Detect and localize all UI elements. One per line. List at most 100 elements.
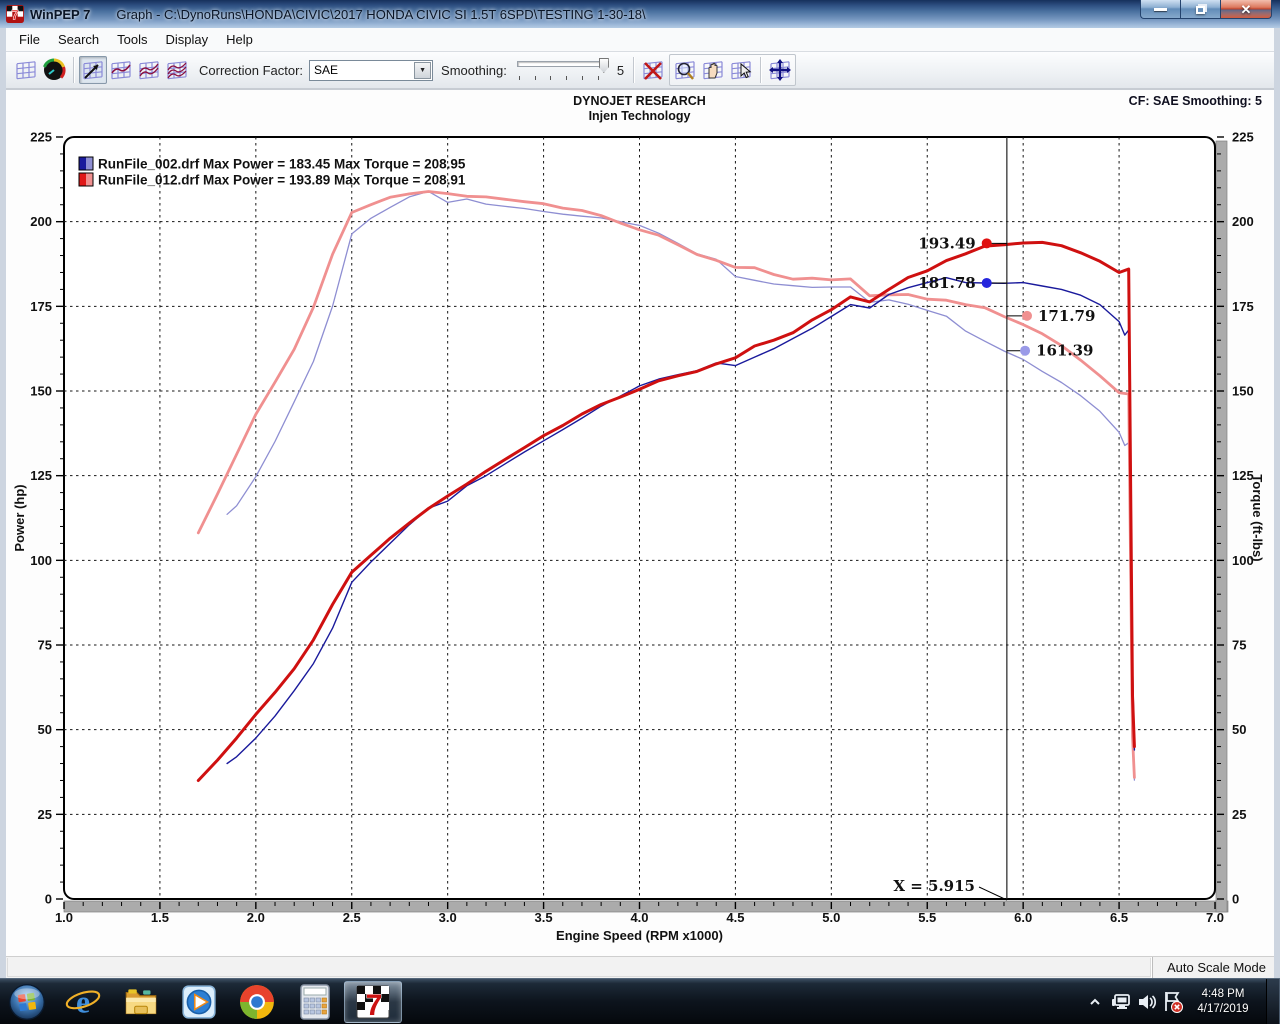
correction-factor-select[interactable]: SAE ▼ — [309, 60, 433, 81]
graph-overlay-icon — [109, 58, 133, 82]
svg-text:75: 75 — [1232, 638, 1246, 653]
smoothing-label: Smoothing: — [441, 63, 507, 78]
zoom-button[interactable] — [671, 56, 699, 84]
svg-text:150: 150 — [30, 384, 52, 399]
pan-hand-button[interactable] — [699, 56, 727, 84]
status-panel-left — [7, 958, 1151, 977]
chevron-up-icon — [1089, 996, 1101, 1008]
svg-text:1.0: 1.0 — [55, 910, 73, 925]
toolbar-separator — [633, 57, 634, 83]
graph-grid-button[interactable] — [12, 56, 40, 84]
toolbar-separator — [73, 57, 74, 83]
svg-text:50: 50 — [38, 722, 52, 737]
internet-explorer-button[interactable]: e — [54, 981, 112, 1023]
calculator-icon — [298, 983, 332, 1021]
show-desktop-button[interactable] — [1266, 979, 1280, 1024]
close-button[interactable]: ✕ — [1220, 0, 1272, 19]
graph-overlay-button[interactable] — [107, 56, 135, 84]
move-axes-button[interactable] — [766, 56, 794, 84]
cf-smoothing-note: CF: SAE Smoothing: 5 — [1129, 94, 1262, 108]
windows-explorer-button[interactable] — [112, 981, 170, 1023]
window-title: WinPEP 7Graph - C:\DynoRuns\HONDA\CIVIC\… — [30, 7, 646, 22]
select-cursor-icon — [729, 58, 753, 82]
svg-text:100: 100 — [30, 553, 52, 568]
system-tray: 4:48 PM 4/17/2019 — [1082, 979, 1280, 1024]
speaker-icon — [1136, 991, 1158, 1013]
volume-tray-button[interactable] — [1134, 981, 1160, 1023]
svg-text:5.5: 5.5 — [918, 910, 936, 925]
media-player-button[interactable] — [170, 981, 228, 1023]
dyno-chart[interactable]: 0025255050757510010012512515015017517520… — [0, 90, 1280, 956]
svg-text:25: 25 — [38, 807, 52, 822]
svg-text:4.5: 4.5 — [726, 910, 744, 925]
smoothing-value: 5 — [617, 63, 624, 78]
status-bar: Auto Scale Mode — [6, 956, 1274, 978]
svg-text:225: 225 — [1232, 130, 1254, 145]
svg-text:5.0: 5.0 — [822, 910, 840, 925]
svg-text:2.5: 2.5 — [343, 910, 361, 925]
svg-text:3.0: 3.0 — [439, 910, 457, 925]
correction-factor-label: Correction Factor: — [199, 63, 303, 78]
select-cursor-button[interactable] — [727, 56, 755, 84]
winpep7-icon: 7 — [355, 984, 391, 1020]
menu-display[interactable]: Display — [157, 29, 218, 50]
menu-help[interactable]: Help — [217, 29, 262, 50]
menu-file[interactable]: File — [10, 29, 49, 50]
menu-search[interactable]: Search — [49, 29, 108, 50]
flag-alert-icon — [1161, 990, 1185, 1014]
chevron-down-icon[interactable]: ▼ — [414, 62, 431, 79]
gauge-button[interactable] — [40, 56, 68, 84]
close-icon: ✕ — [1241, 3, 1252, 16]
chrome-button[interactable] — [228, 981, 286, 1023]
legend-entry: RunFile_002.drf Max Power = 183.45 Max T… — [98, 157, 466, 172]
svg-text:75: 75 — [38, 638, 52, 653]
move-axes-icon — [768, 58, 792, 82]
clear-graph-icon — [641, 58, 665, 82]
cursor-marker-dot — [1022, 311, 1032, 321]
chart-header: DYNOJET RESEARCHInjen TechnologyCF: SAE … — [573, 94, 1262, 123]
internet-explorer-icon: e — [64, 983, 102, 1021]
cursor-value-label: 181.78 — [918, 274, 975, 292]
restore-button[interactable] — [1180, 0, 1220, 19]
cursor-value-label: 171.79 — [1038, 307, 1095, 325]
cursor-value-label: 193.49 — [918, 234, 975, 252]
show-hidden-icons-button[interactable] — [1082, 981, 1108, 1023]
network-tray-button[interactable] — [1108, 981, 1134, 1023]
document-title: Graph - C:\DynoRuns\HONDA\CIVIC\2017 HON… — [116, 7, 645, 22]
svg-text:0: 0 — [45, 892, 52, 907]
svg-text:Torque (ft-lbs): Torque (ft-lbs) — [1250, 474, 1265, 561]
taskbar-apps: e — [0, 979, 402, 1024]
minimize-button[interactable] — [1140, 0, 1180, 19]
menu-tools[interactable]: Tools — [108, 29, 156, 50]
chart-legend: RunFile_002.drf Max Power = 183.45 Max T… — [79, 157, 466, 188]
toolbar-separator — [760, 57, 761, 83]
chart-subtitle: Injen Technology — [589, 109, 691, 123]
taskbar-clock[interactable]: 4:48 PM 4/17/2019 — [1186, 987, 1260, 1017]
smoothing-slider[interactable] — [517, 57, 609, 83]
zoom-icon — [673, 58, 697, 82]
svg-text:6.0: 6.0 — [1014, 910, 1032, 925]
caption-buttons: ✕ — [1140, 0, 1272, 19]
graph-multi-button[interactable] — [163, 56, 191, 84]
cursor-marker-dot — [982, 278, 992, 288]
svg-text:6.5: 6.5 — [1110, 910, 1128, 925]
svg-text:e: e — [76, 985, 90, 1020]
clock-date: 4/17/2019 — [1188, 1002, 1258, 1017]
start-button[interactable] — [0, 981, 54, 1023]
calculator-button[interactable] — [286, 981, 344, 1023]
network-icon — [1110, 991, 1132, 1013]
svg-text:200: 200 — [30, 214, 52, 229]
media-player-icon — [180, 983, 218, 1021]
winpep-window: 7 WinPEP 7Graph - C:\DynoRuns\HONDA\CIVI… — [0, 0, 1280, 1024]
clear-graph-button[interactable] — [639, 56, 667, 84]
gauge-icon — [42, 58, 66, 82]
new-graph-button[interactable] — [79, 56, 107, 84]
action-center-button[interactable] — [1160, 981, 1186, 1023]
graph-grid-icon — [14, 58, 38, 82]
graph-multi-icon — [165, 58, 189, 82]
status-mode: Auto Scale Mode — [1152, 957, 1274, 978]
graph-compare-button[interactable] — [135, 56, 163, 84]
slider-thumb[interactable] — [599, 58, 609, 73]
winpep7-button[interactable]: 7 — [344, 981, 402, 1023]
chart-area: 0025255050757510010012512515015017517520… — [6, 90, 1274, 956]
